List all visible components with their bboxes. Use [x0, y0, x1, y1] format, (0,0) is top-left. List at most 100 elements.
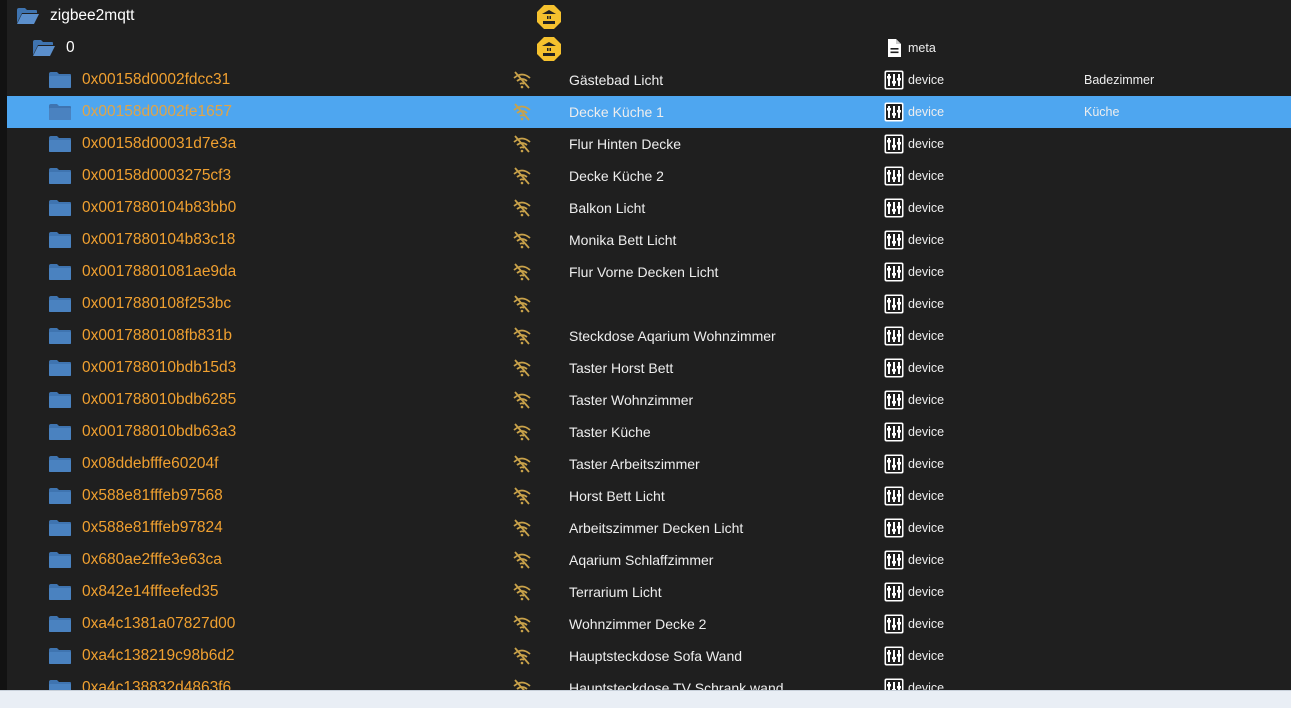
folder-icon: [49, 104, 71, 120]
mqtt-adapter-icon: [537, 37, 561, 61]
device-row[interactable]: 0x0017880108f253bc device: [7, 288, 1291, 320]
device-id: 0x0017880104b83bb0: [82, 199, 237, 216]
device-icon: [884, 326, 904, 346]
instance-type: meta: [908, 41, 936, 55]
document-icon: [888, 39, 901, 57]
device-type: device: [908, 457, 945, 471]
device-name: Balkon Licht: [569, 200, 646, 216]
device-room: Küche: [1084, 105, 1120, 119]
wifi-off-icon: [513, 71, 531, 89]
device-type: device: [908, 521, 945, 535]
device-row[interactable]: 0x08ddebfffe60204f Taster Arbeitszimmer de…: [7, 448, 1291, 480]
device-row[interactable]: 0x0017880104b83bb0 Balkon Licht device: [7, 192, 1291, 224]
folder-icon: [49, 232, 71, 248]
device-id: 0x001788010bdb6285: [82, 391, 237, 408]
device-row[interactable]: 0x001788010bdb15d3 Taster Horst Bett devic…: [7, 352, 1291, 384]
device-type: device: [908, 489, 945, 503]
folder-icon: [49, 680, 71, 690]
device-name: Hauptsteckdose Sofa Wand: [569, 648, 743, 664]
device-id: 0x842e14fffeefed35: [82, 583, 219, 600]
device-id: 0x08ddebfffe60204f: [82, 455, 219, 472]
wifi-off-icon: [513, 167, 531, 185]
device-row[interactable]: 0x001788010bdb63a3 Taster Küche device: [7, 416, 1291, 448]
device-id: 0x588e81fffeb97824: [82, 519, 223, 536]
device-icon: [884, 358, 904, 378]
device-name: Taster Küche: [569, 424, 651, 440]
device-type: device: [908, 329, 945, 343]
device-type: device: [908, 105, 945, 119]
device-id: 0x0017880104b83c18: [82, 231, 236, 248]
device-icon: [884, 198, 904, 218]
device-row[interactable]: 0xa4c1381a07827d00 Wohnzimmer Decke 2 devi…: [7, 608, 1291, 640]
wifi-off-icon: [513, 199, 531, 217]
wifi-off-icon: [513, 487, 531, 505]
tree-row-instance[interactable]: 0 meta: [7, 32, 1291, 64]
device-type: device: [908, 681, 945, 690]
device-row[interactable]: 0x00158d0003275cf3 Decke Küche 2 device: [7, 160, 1291, 192]
device-row[interactable]: 0x588e81fffeb97568 Horst Bett Licht device: [7, 480, 1291, 512]
device-icon: [884, 390, 904, 410]
device-row[interactable]: 0x842e14fffeefed35 Terrarium Licht device: [7, 576, 1291, 608]
wifi-off-icon: [513, 263, 531, 281]
device-name: Hauptsteckdose TV Schrank wand: [569, 680, 784, 690]
device-row[interactable]: 0x0017880108fb831b Steckdose Aqarium Wohn…: [7, 320, 1291, 352]
device-id: 0x00158d0002fe1657: [82, 103, 232, 120]
wifi-off-icon: [513, 615, 531, 633]
folder-icon: [49, 360, 71, 376]
folder-icon: [49, 424, 71, 440]
device-icon: [884, 518, 904, 538]
device-row[interactable]: 0x680ae2fffe3e63ca Aqarium Schlaffzimmer d…: [7, 544, 1291, 576]
device-icon: [884, 230, 904, 250]
device-type: device: [908, 265, 945, 279]
device-name: Flur Vorne Decken Licht: [569, 264, 719, 280]
window-left-edge: [0, 0, 7, 690]
wifi-off-icon: [513, 647, 531, 665]
device-name: Aqarium Schlaffzimmer: [569, 552, 714, 568]
device-icon: [884, 294, 904, 314]
device-name: Taster Arbeitszimmer: [569, 456, 700, 472]
folder-open-icon: [17, 8, 39, 24]
device-icon: [884, 166, 904, 186]
wifi-off-icon: [513, 391, 531, 409]
folder-icon: [49, 552, 71, 568]
device-icon: [884, 550, 904, 570]
device-id: 0x00178801081ae9da: [82, 263, 237, 280]
device-icon: [884, 134, 904, 154]
device-id: 0x001788010bdb63a3: [82, 423, 237, 440]
folder-icon: [49, 392, 71, 408]
device-id: 0x00158d0003275cf3: [82, 167, 232, 184]
device-row[interactable]: 0x001788010bdb6285 Taster Wohnzimmer devic…: [7, 384, 1291, 416]
folder-icon: [49, 200, 71, 216]
device-name: Steckdose Aqarium Wohnzimmer: [569, 328, 776, 344]
device-row[interactable]: 0xa4c138219c98b6d2 Hauptsteckdose Sofa Wa…: [7, 640, 1291, 672]
device-type: device: [908, 169, 945, 183]
device-row[interactable]: 0x0017880104b83c18 Monika Bett Licht devic…: [7, 224, 1291, 256]
folder-icon: [49, 488, 71, 504]
device-icon: [884, 70, 904, 90]
device-icon: [884, 102, 904, 122]
device-row[interactable]: 0x00178801081ae9da Flur Vorne Decken Lich…: [7, 256, 1291, 288]
device-row[interactable]: 0x00158d0002fdcc31 Gästebad Licht device Ba…: [7, 64, 1291, 96]
folder-icon: [49, 520, 71, 536]
mqtt-adapter-icon: [537, 5, 561, 29]
device-type: device: [908, 233, 945, 247]
wifi-off-icon: [513, 519, 531, 537]
wifi-off-icon: [513, 455, 531, 473]
device-type: device: [908, 137, 945, 151]
device-row[interactable]: 0x588e81fffeb97824 Arbeitszimmer Decken L…: [7, 512, 1291, 544]
device-name: Decke Küche 2: [569, 168, 664, 184]
wifi-off-icon: [513, 423, 531, 441]
device-name: Wohnzimmer Decke 2: [569, 616, 707, 632]
device-type: device: [908, 617, 945, 631]
device-id: 0x001788010bdb15d3: [82, 359, 237, 376]
tree-row-root[interactable]: zigbee2mqtt: [7, 0, 1291, 32]
device-row[interactable]: 0x00158d00031d7e3a Flur Hinten Decke devic…: [7, 128, 1291, 160]
device-name: Terrarium Licht: [569, 584, 662, 600]
device-row[interactable]: 0x00158d0002fe1657 Decke Küche 1 device Küc…: [7, 96, 1291, 128]
device-id: 0xa4c1381a07827d00: [82, 615, 236, 632]
device-row[interactable]: 0xa4c138832d4863f6 Hauptsteckdose TV Schr…: [7, 672, 1291, 690]
device-name: Arbeitszimmer Decken Licht: [569, 520, 744, 536]
wifi-off-icon: [513, 327, 531, 345]
object-tree[interactable]: zigbee2mqtt 0 meta 0x00158d0002fdcc31 Gä…: [7, 0, 1291, 690]
device-icon: [884, 614, 904, 634]
